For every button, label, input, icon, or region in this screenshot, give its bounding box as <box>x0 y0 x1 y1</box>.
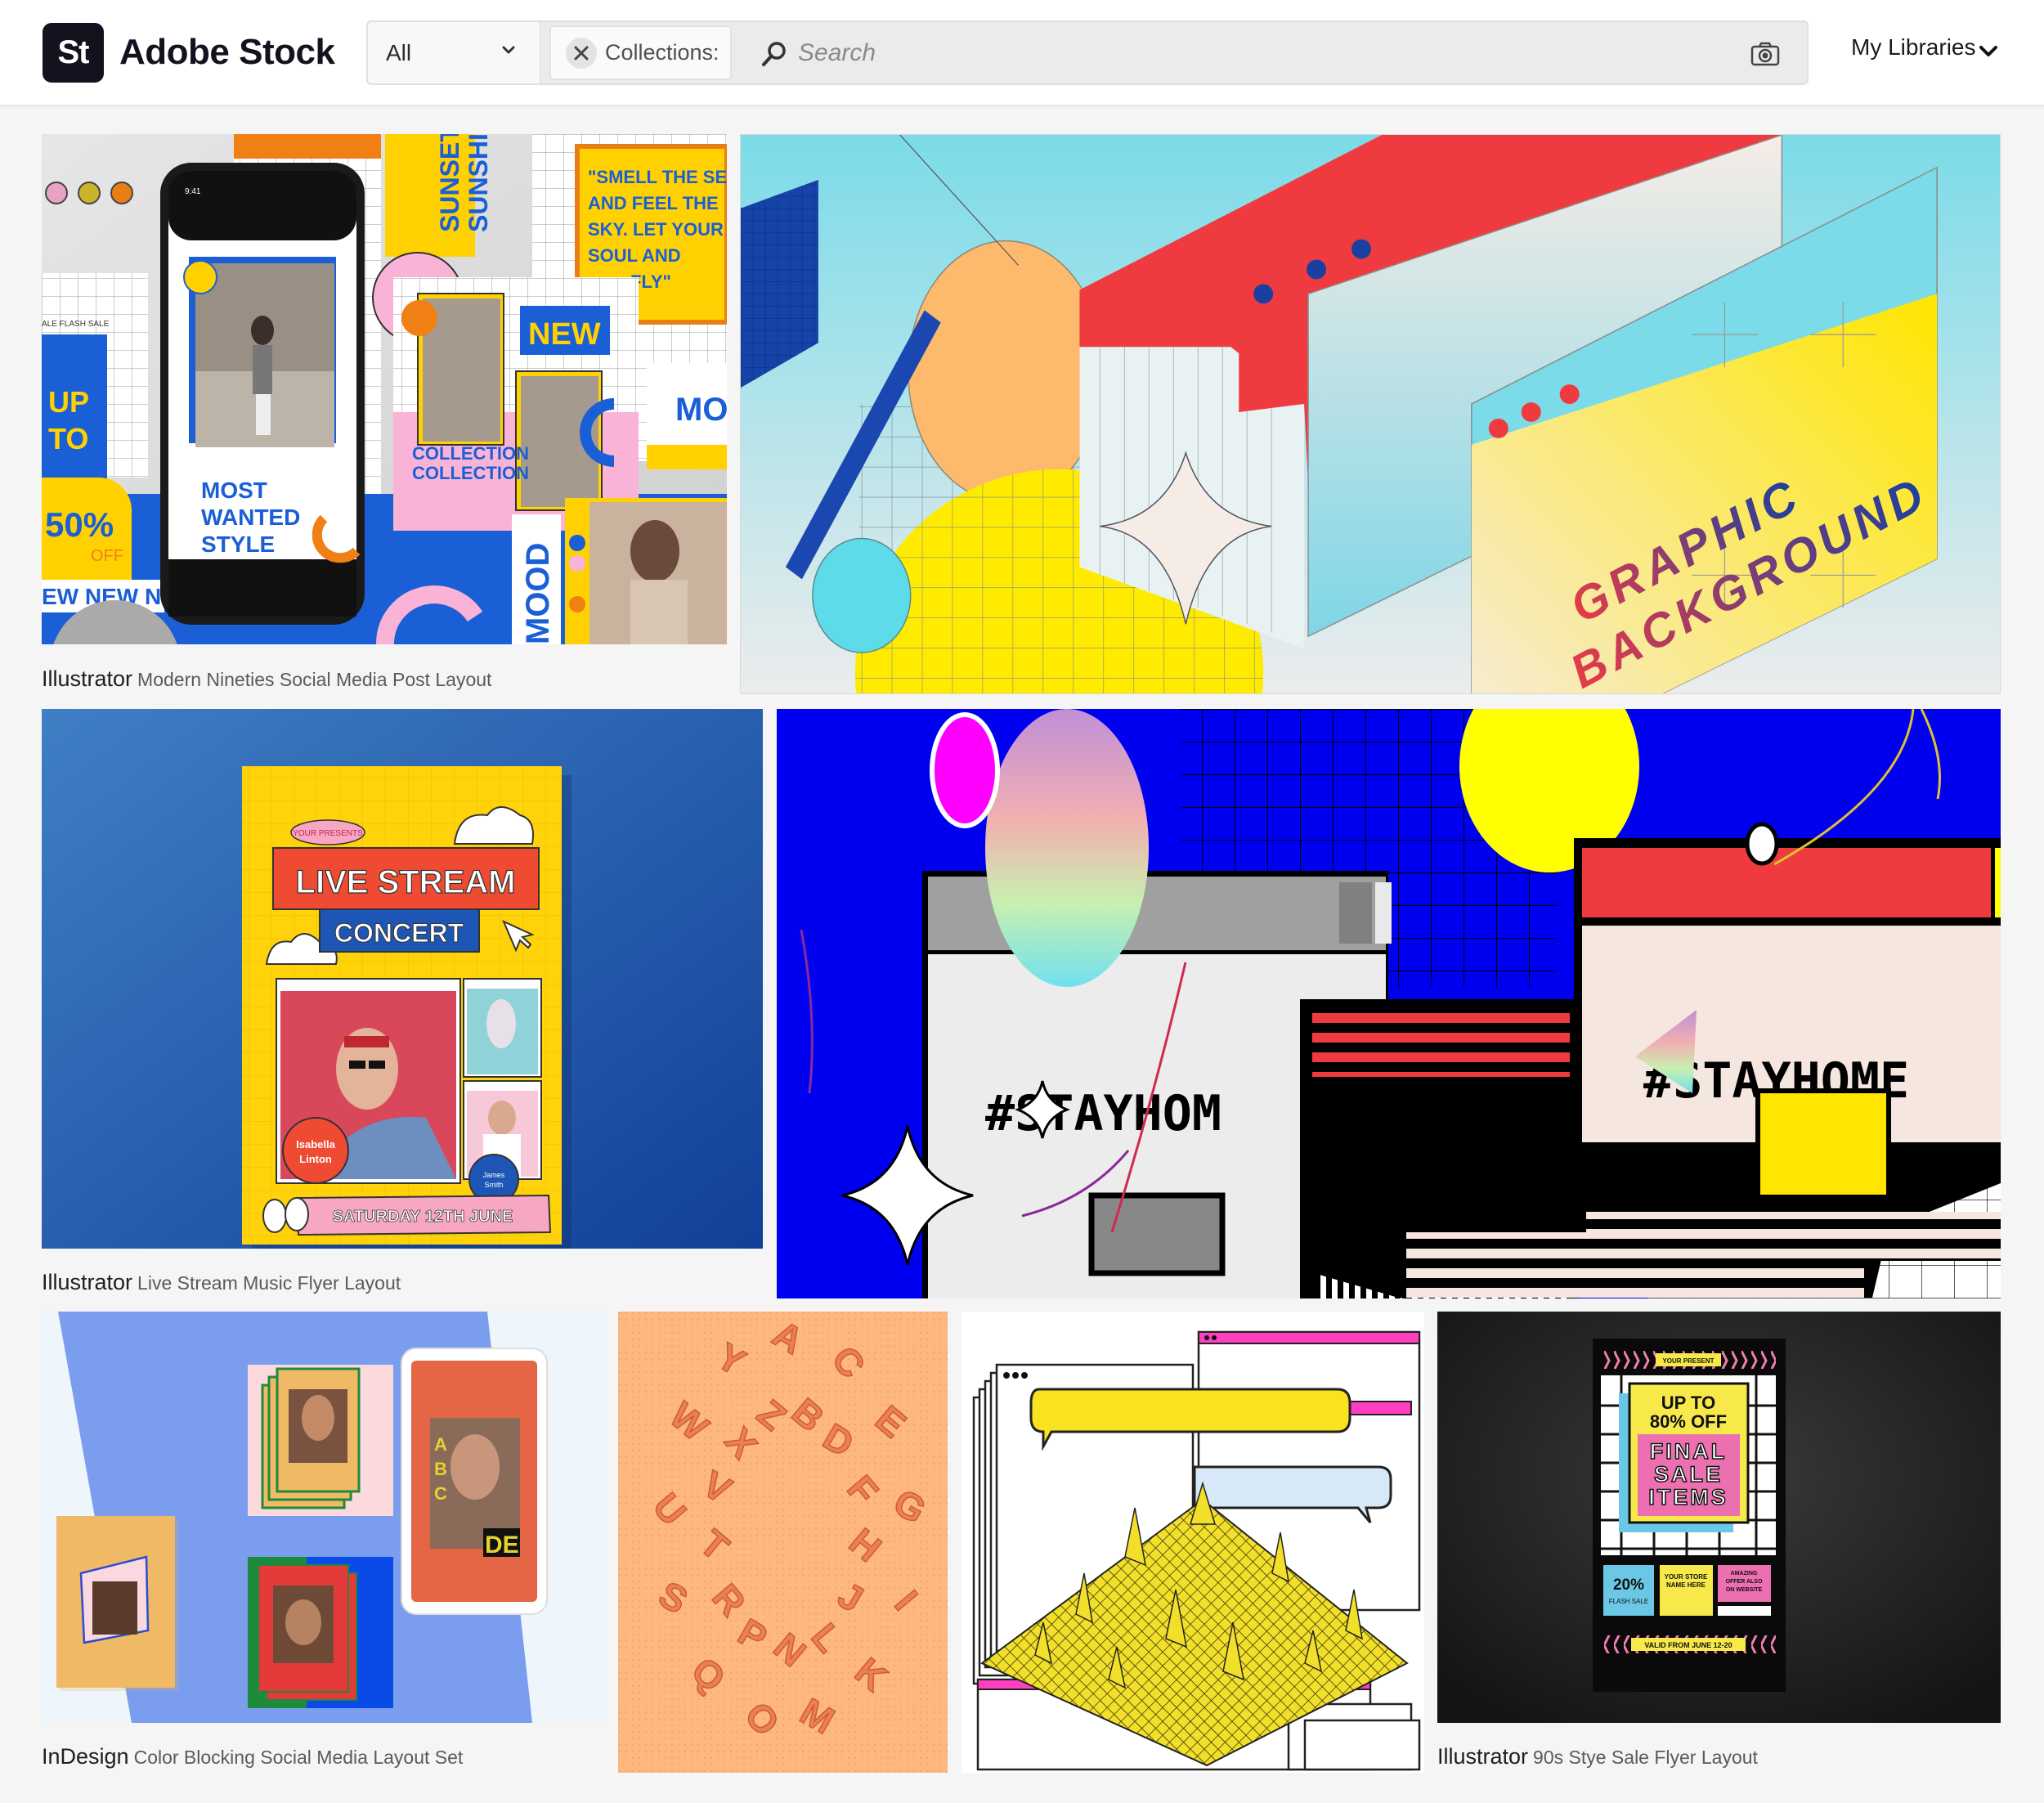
art-text: VALID FROM JUNE 12-20 <box>1644 1641 1732 1649</box>
thumbnail-image: A B C DE <box>42 1312 605 1723</box>
result-app-label[interactable]: Illustrator <box>1437 1744 1528 1769</box>
art-text: COLLECTION <box>412 463 529 483</box>
art-text: YOUR STORE <box>1665 1573 1708 1581</box>
top-header: St Adobe Stock All Collections: Search M… <box>0 0 2044 106</box>
filter-chip-label: Collections: <box>605 40 719 65</box>
adobe-stock-logo-icon[interactable]: St <box>43 23 104 83</box>
art-text: SUNSET <box>435 134 464 232</box>
collections-filter-chip: Collections: <box>549 25 732 80</box>
art-text: NAME HERE <box>1666 1581 1706 1589</box>
result-app-label[interactable]: InDesign <box>42 1744 129 1769</box>
art-text: STYLE <box>201 531 275 557</box>
my-libraries-menu[interactable]: My Libraries <box>1851 34 1975 61</box>
flyer-date-label-section <box>42 709 763 1249</box>
result-title[interactable]: 90s Stye Sale Flyer Layout <box>1533 1747 1758 1768</box>
result-caption: InDesign Color Blocking Social Media Layo… <box>42 1743 463 1774</box>
art-text: AMAZING <box>1731 1571 1758 1577</box>
art-text: MOOD <box>520 543 556 644</box>
search-icon <box>762 42 786 66</box>
art-text: TO <box>48 422 88 455</box>
art-text: B <box>434 1459 447 1479</box>
art-text: COLLECTION <box>412 443 529 464</box>
result-thumbnail[interactable]: YOUR PRESENT UP TO 80% OFF FINAL SALE IT… <box>1437 1312 2001 1723</box>
art-text: 80% OFF <box>1650 1411 1727 1432</box>
art-text: 9:41 <box>185 187 201 196</box>
close-icon <box>574 46 589 61</box>
result-title[interactable]: Color Blocking Social Media Layout Set <box>134 1747 464 1768</box>
thumbnail-image <box>961 1312 1424 1773</box>
art-text: SKY. LET YOUR <box>588 219 724 240</box>
result-thumbnail[interactable]: GRAPHIC BACKGROUND <box>740 134 2001 694</box>
result-thumbnail[interactable]: SUNSET SUNSHIN "SMELL THE SEA AND FEEL T… <box>42 134 727 644</box>
result-caption: Illustrator Modern Nineties Social Media … <box>42 666 491 696</box>
art-text: 50% <box>45 505 114 544</box>
thumbnail-image: #STAYHOM #STAYHOME <box>777 709 2001 1298</box>
art-text: NEW <box>528 317 601 352</box>
result-title[interactable]: Modern Nineties Social Media Post Layout <box>137 669 491 690</box>
thumbnail-image: ABCD EF GHIJKLMNOPQRSTU VW XYZ <box>618 1312 948 1773</box>
result-thumbnail[interactable]: ABCDEFGHIJKLMNOPQRSTUVWXYZ <box>618 1312 948 1773</box>
thumbnail-image: YOUR PRESENT UP TO 80% OFF FINAL SALE IT… <box>1437 1312 2001 1723</box>
chevron-down-icon[interactable] <box>1979 44 1998 59</box>
search-scope-dropdown[interactable]: All <box>368 22 541 83</box>
chevron-down-icon <box>502 46 515 54</box>
result-caption: Illustrator 90s Stye Sale Flyer Layout <box>1437 1743 1758 1774</box>
result-app-label[interactable]: Illustrator <box>42 1270 132 1294</box>
art-text: DE <box>485 1532 519 1559</box>
art-text: ITEMS <box>1648 1485 1728 1509</box>
art-text: YOUR PRESENT <box>1662 1357 1714 1365</box>
result-caption: Illustrator Live Stream Music Flyer Layou… <box>42 1269 401 1299</box>
art-text: "SMELL THE SEA <box>588 167 727 187</box>
art-text: SOUL AND <box>588 245 681 266</box>
result-app-label[interactable]: Illustrator <box>42 666 132 691</box>
art-text: FINAL <box>1650 1439 1727 1464</box>
camera-icon[interactable] <box>1750 42 1780 66</box>
art-text: OFF <box>91 547 123 565</box>
art-text: AND FEEL THE <box>588 193 719 213</box>
art-text: MO <box>675 392 727 428</box>
remove-filter-button[interactable] <box>566 38 597 69</box>
art-text: OFFER ALSO <box>1726 1579 1763 1585</box>
result-title[interactable]: Live Stream Music Flyer Layout <box>137 1272 401 1294</box>
thumbnail-image: SUNSET SUNSHIN "SMELL THE SEA AND FEEL T… <box>42 134 727 644</box>
art-text: 20% <box>1613 1577 1644 1594</box>
art-text: SALE <box>1654 1462 1723 1487</box>
result-thumbnail[interactable]: A B C DE <box>42 1312 605 1723</box>
brand-name[interactable]: Adobe Stock <box>119 28 335 77</box>
art-text: UP <box>48 385 89 419</box>
art-text: #STAYHOM <box>985 1085 1221 1142</box>
art-text: WANTED <box>201 505 300 530</box>
art-text: FLASH SALE <box>1609 1598 1648 1605</box>
thumbnail-image: GRAPHIC BACKGROUND <box>741 135 2000 693</box>
art-text: ALE FLASH SALE <box>42 320 110 329</box>
search-scope-value: All <box>386 40 412 65</box>
art-text: MOST <box>201 478 267 503</box>
art-text: ON WEBSITE <box>1726 1587 1763 1593</box>
art-text: A <box>434 1434 447 1455</box>
search-bar: All Collections: <box>366 20 1809 85</box>
result-thumbnail[interactable]: #STAYHOM #STAYHOME <box>777 709 2001 1298</box>
result-thumbnail[interactable] <box>961 1312 1424 1773</box>
art-text: SUNSHIN <box>464 134 493 232</box>
art-text: C <box>434 1483 447 1504</box>
art-text: UP TO <box>1661 1393 1715 1413</box>
search-input[interactable] <box>796 32 1699 74</box>
